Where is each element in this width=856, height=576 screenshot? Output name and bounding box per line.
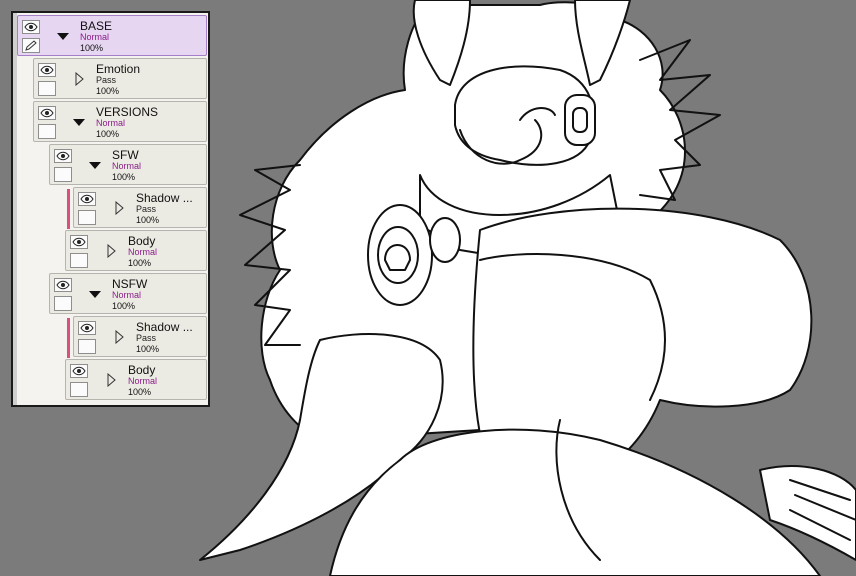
eye-icon[interactable] [78,321,96,335]
layer-row-body-nsfw[interactable]: Body Normal 100% [65,359,207,400]
layer-name: SFW [112,148,139,162]
eye-icon[interactable] [70,235,88,249]
triangle-right-icon[interactable] [104,244,118,258]
triangle-right-icon[interactable] [112,330,126,344]
eye-icon[interactable] [78,192,96,206]
layer-row-body-sfw[interactable]: Body Normal 100% [65,230,207,271]
layer-blend-mode: Normal [112,290,142,300]
eye-icon[interactable] [54,278,72,292]
layer-opacity: 100% [136,344,160,354]
layer-blend-mode: Normal [128,247,158,257]
layer-opacity: 100% [112,301,136,311]
layer-blend-mode: Pass [136,333,157,343]
layer-blend-mode: Normal [96,118,126,128]
layer-opacity: 100% [96,86,120,96]
triangle-right-icon[interactable] [112,201,126,215]
layer-opacity: 100% [112,172,136,182]
layer-row-nsfw[interactable]: NSFW Normal 100% [49,273,207,314]
layer-opacity: 100% [128,387,152,397]
pen-icon[interactable] [22,38,40,53]
panel-gutter [13,13,17,405]
layer-row-base[interactable]: BASE Normal 100% [17,15,207,56]
layer-name: Body [128,363,156,377]
layer-blend-mode: Normal [112,161,142,171]
layer-mask-box[interactable] [38,124,56,139]
clipping-marker [67,318,70,358]
triangle-down-icon[interactable] [88,158,102,172]
triangle-right-icon[interactable] [72,72,86,86]
layer-opacity: 100% [128,258,152,268]
layer-name: NSFW [112,277,148,291]
layer-opacity: 100% [96,129,120,139]
layer-mask-box[interactable] [78,339,96,354]
triangle-down-icon[interactable] [88,287,102,301]
layer-name: BASE [80,19,113,33]
eye-icon[interactable] [38,106,56,120]
layer-blend-mode: Pass [136,204,157,214]
layer-opacity: 100% [136,215,160,225]
layer-name: Shadow ... [136,191,193,205]
eye-icon[interactable] [54,149,72,163]
triangle-down-icon[interactable] [56,29,70,43]
layer-row-shadow-sfw[interactable]: Shadow ... Pass 100% [73,187,207,228]
layer-panel[interactable]: BASE Normal 100% Emotion Pass 100% VERSI… [11,11,210,407]
layer-mask-box[interactable] [54,167,72,182]
eye-icon[interactable] [38,63,56,77]
layer-mask-box[interactable] [70,253,88,268]
eye-icon[interactable] [70,364,88,378]
layer-row-versions[interactable]: VERSIONS Normal 100% [33,101,207,142]
layer-row-shadow-nsfw[interactable]: Shadow ... Pass 100% [73,316,207,357]
layer-opacity: 100% [80,43,104,53]
layer-name: VERSIONS [96,105,159,119]
clipping-marker [67,189,70,229]
layer-blend-mode: Pass [96,75,117,85]
layer-blend-mode: Normal [128,376,158,386]
layer-name: Body [128,234,156,248]
layer-name: Shadow ... [136,320,193,334]
layer-name: Emotion [96,62,141,76]
triangle-right-icon[interactable] [104,373,118,387]
layer-mask-box[interactable] [70,382,88,397]
layer-mask-box[interactable] [78,210,96,225]
layer-row-sfw[interactable]: SFW Normal 100% [49,144,207,185]
layer-mask-box[interactable] [38,81,56,96]
layer-blend-mode: Normal [80,32,110,42]
triangle-down-icon[interactable] [72,115,86,129]
layer-mask-box[interactable] [54,296,72,311]
layer-row-emotion[interactable]: Emotion Pass 100% [33,58,207,99]
eye-icon[interactable] [22,20,40,34]
